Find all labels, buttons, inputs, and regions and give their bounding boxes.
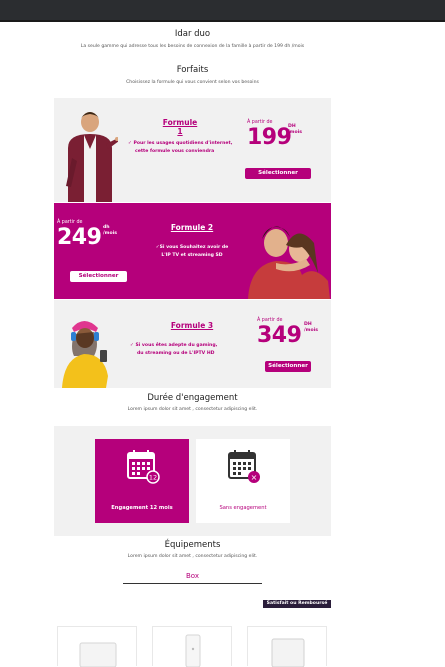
plan-2-description: ✓Si vous Souhaitez avoir de L'IP TV et s… <box>147 244 237 260</box>
calendar-badge-x: × <box>251 473 258 482</box>
man-pointing-image <box>66 112 118 202</box>
plan-2-price-unit: dh /mois <box>103 225 117 237</box>
plan-1-unit-bottom: /mois <box>288 129 302 135</box>
router-cube-image <box>271 638 305 667</box>
couple-image <box>248 226 330 299</box>
plan-1-description: ✓ Pour les usages quotidiens d'internet,… <box>128 140 240 156</box>
equipements-title: Équipements <box>164 540 221 550</box>
router-tower-image <box>185 634 201 667</box>
plan-card-3[interactable]: Formule 3 ✓ Si vous êtes adepte du gamin… <box>54 300 331 388</box>
engagement-option-12-months[interactable]: 12 Engagement 12 mois <box>95 439 189 523</box>
plan-3-unit-bottom: /mois <box>304 327 318 333</box>
satisfaction-ribbon: Satisfait ou Remboursé <box>263 600 331 608</box>
plan-card-1[interactable]: Formule 1 ✓ Pour les usages quotidiens d… <box>54 98 331 202</box>
plan-2-desc-line1: Si vous Souhaitez avoir de <box>159 245 229 250</box>
engagement-panel: 12 Engagement 12 mois × Sans engagement <box>54 426 331 536</box>
equipment-card-3[interactable] <box>247 626 327 667</box>
calendar-icon: 12 <box>127 450 160 484</box>
equipements-subtitle: Lorem ipsum dolor sit amet , consectetur… <box>127 554 258 559</box>
plan-2-title[interactable]: Formule 2 <box>167 223 217 232</box>
plan-1-desc-line2: cette formule vous conviendra <box>135 148 215 154</box>
plan-3-title[interactable]: Formule 3 <box>166 321 218 330</box>
engagement-option-none[interactable]: × Sans engagement <box>196 439 290 523</box>
plan-3-select-button[interactable]: Sélectionner <box>265 361 311 372</box>
plan-3-desc-line1: Si vous êtes adepte du gaming, <box>135 343 218 348</box>
forfaits-heading: Forfaits Choisissez la formule qui vous … <box>54 65 331 85</box>
browser-top-bar <box>0 0 445 22</box>
plan-3-description: ✓ Si vous êtes adepte du gaming, du stre… <box>130 342 242 358</box>
plan-2-select-button[interactable]: Sélectionner <box>70 271 127 282</box>
plan-1-price-unit: DH /mois <box>288 124 302 136</box>
page: Idar duo La seule gamme qui adresse tous… <box>0 22 445 667</box>
plan-3-price-unit: DH /mois <box>304 322 318 334</box>
plan-1-title[interactable]: Formule 1 <box>160 118 200 136</box>
plan-1-desc-line1: Pour les usages quotidiens d'internet, <box>133 141 233 146</box>
intro-block: Idar duo La seule gamme qui adresse tous… <box>54 29 331 49</box>
equipment-card-1[interactable] <box>57 626 137 667</box>
engagement-subtitle: Lorem ipsum dolor sit amet , consectetur… <box>127 407 258 412</box>
engagement-none-label: Sans engagement <box>219 505 267 511</box>
plan-3-desc-line2: du streaming ou de L'IPTV HD <box>137 350 215 356</box>
calendar-badge-12: 12 <box>149 474 157 482</box>
engagement-heading: Durée d'engagement Lorem ipsum dolor sit… <box>54 393 331 412</box>
plan-2-unit-bottom: /mois <box>103 230 117 236</box>
router-image <box>79 642 117 667</box>
plan-2-desc-line2: L'IP TV et streaming SD <box>161 252 223 258</box>
engagement-12-months-label: Engagement 12 mois <box>111 505 173 511</box>
page-subtitle: La seule gamme qui adresse tous les beso… <box>80 44 305 49</box>
calendar-icon: × <box>228 450 260 483</box>
plan-1-price: 199 <box>247 125 292 150</box>
tab-box[interactable]: Box <box>123 572 262 584</box>
plan-2-price: 249 <box>57 225 102 250</box>
equipment-card-2[interactable] <box>152 626 232 667</box>
forfaits-title: Forfaits <box>176 65 209 75</box>
plan-3-price: 349 <box>257 323 302 348</box>
page-title: Idar duo <box>174 29 211 39</box>
forfaits-subtitle: Choisissez la formule qui vous convient … <box>126 80 259 85</box>
engagement-title: Durée d'engagement <box>147 393 238 403</box>
plan-1-select-button[interactable]: Sélectionner <box>245 168 311 179</box>
equipements-heading: Équipements Lorem ipsum dolor sit amet ,… <box>54 540 331 559</box>
woman-headphones-image <box>62 321 108 388</box>
plan-card-2[interactable]: À partir de 249 dh /mois Sélectionner Fo… <box>54 203 331 299</box>
